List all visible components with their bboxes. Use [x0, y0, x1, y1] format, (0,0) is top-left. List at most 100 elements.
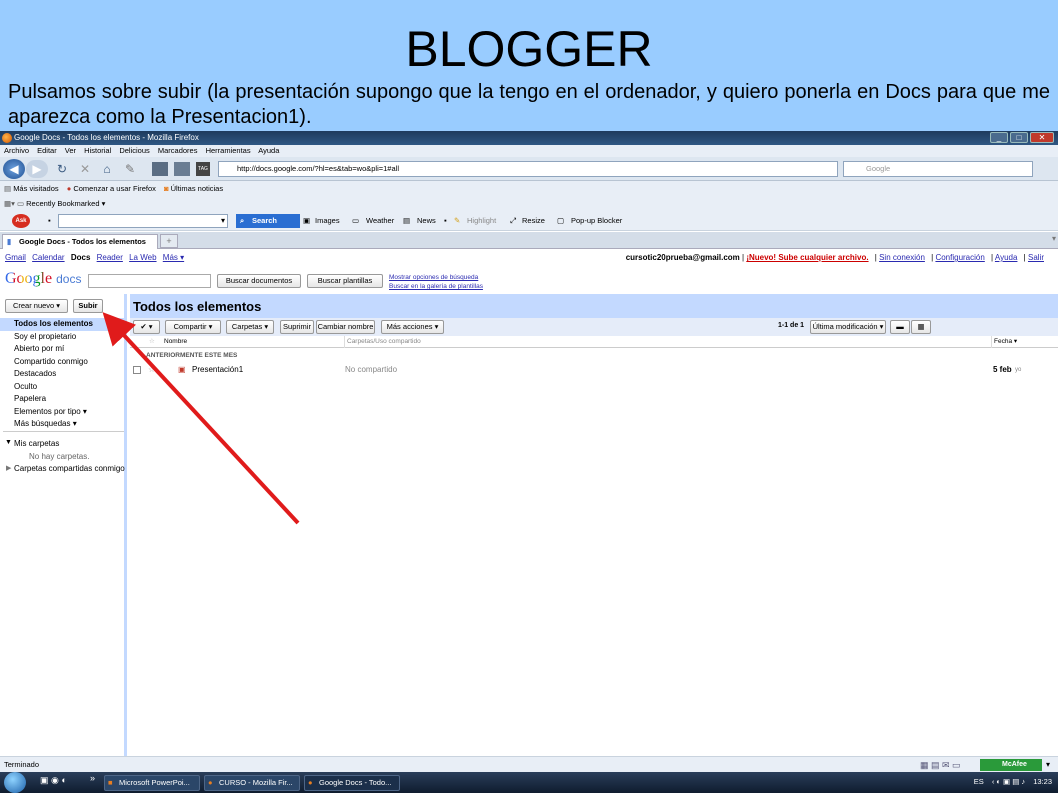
tab-google-docs[interactable]: ▮ Google Docs - Todos los elementos	[2, 234, 158, 249]
forward-button[interactable]: ▶	[26, 160, 48, 178]
google-docs-logo[interactable]: Google docs	[5, 270, 81, 288]
task-firefox-curso[interactable]: ● CURSO - Mozilla Fir...	[204, 775, 300, 791]
home-icon[interactable]: ⌂	[100, 160, 114, 178]
expand-icon[interactable]: ▼	[5, 439, 12, 446]
gbar-more[interactable]: Más ▾	[163, 253, 184, 262]
my-folders[interactable]: Mis carpetas	[14, 439, 59, 448]
col-date[interactable]: Fecha ▾	[991, 336, 1017, 348]
page-icon[interactable]	[174, 162, 190, 176]
menu-ver[interactable]: Ver	[65, 146, 76, 155]
tag-icon[interactable]: TAG	[196, 162, 210, 176]
docs-search-input[interactable]	[88, 274, 211, 288]
star-icon[interactable]: ☆	[148, 363, 155, 377]
share-button[interactable]: Compartir ▾	[165, 320, 221, 334]
table-row[interactable]: ☆ ▣ Presentación1 No compartido 5 feb yo	[130, 363, 1058, 377]
ask-highlight[interactable]: Highlight	[467, 211, 496, 231]
rename-button[interactable]: Cambiar nombre	[316, 320, 375, 334]
new-upload-link[interactable]: ¡Nuevo! Sube cualquier archivo.	[746, 253, 868, 262]
sidebar-item-more-searches[interactable]: Más búsquedas ▾	[14, 419, 77, 428]
gbar-calendar[interactable]: Calendar	[32, 253, 64, 262]
close-button[interactable]: ✕	[1030, 132, 1054, 143]
tab-list-icon[interactable]: ▾	[1052, 234, 1056, 243]
sidebar-item-by-type[interactable]: Elementos por tipo ▾	[14, 407, 87, 416]
clock[interactable]: 13:23	[1033, 777, 1052, 786]
settings-link[interactable]: Configuración	[935, 253, 984, 262]
bookmark-latest-news[interactable]: Últimas noticias	[171, 184, 224, 193]
ask-weather[interactable]: Weather	[366, 211, 394, 231]
sidebar-item-all[interactable]: Todos los elementos	[14, 319, 93, 328]
main-title: Todos los elementos	[130, 294, 1058, 319]
web-search-input[interactable]: Google	[843, 161, 1033, 177]
new-tab-button[interactable]: +	[160, 234, 178, 248]
ask-logo-icon[interactable]: Ask	[12, 214, 30, 228]
sidebar-item-hidden[interactable]: Oculto	[14, 382, 37, 391]
no-folders: No hay carpetas.	[29, 452, 90, 461]
recently-bookmarked[interactable]: Recently Bookmarked	[26, 199, 99, 208]
language-indicator[interactable]: ES	[974, 777, 984, 786]
start-button[interactable]	[4, 772, 26, 793]
menu-ayuda[interactable]: Ayuda	[258, 146, 279, 155]
sidebar-item-opened[interactable]: Abierto por mí	[14, 344, 64, 353]
reload-icon[interactable]: ↻	[55, 160, 69, 178]
collapse-icon[interactable]: ▶	[6, 464, 11, 472]
sidebar-item-shared[interactable]: Compartido conmigo	[14, 357, 88, 366]
menu-herramientas[interactable]: Herramientas	[206, 146, 251, 155]
url-bar[interactable]: http://docs.google.com/?hl=es&tab=wo&pli…	[218, 161, 838, 177]
task-google-docs[interactable]: ● Google Docs - Todo...	[304, 775, 400, 791]
stop-icon[interactable]: ✕	[78, 160, 92, 178]
ask-search-button[interactable]: ⌕ Search	[236, 214, 300, 228]
search-docs-button[interactable]: Buscar documentos	[217, 274, 301, 288]
delete-button[interactable]: Suprimir	[280, 320, 314, 334]
shared-folders[interactable]: Carpetas compartidas conmigo	[14, 464, 125, 473]
back-button[interactable]: ◀	[3, 159, 25, 179]
list-view-icon[interactable]: ▬	[890, 320, 910, 334]
ask-search-input[interactable]: ▾	[58, 214, 228, 228]
sidebar-item-owned[interactable]: Soy el propietario	[14, 332, 76, 341]
select-menu-button[interactable]: ✔ ▾	[133, 320, 160, 334]
row-checkbox[interactable]	[133, 366, 141, 374]
delicious-icon[interactable]: ✎	[123, 160, 137, 178]
ask-resize[interactable]: Resize	[522, 211, 545, 231]
grid-view-icon[interactable]: ▦	[911, 320, 931, 334]
sidebar-item-trash[interactable]: Papelera	[14, 394, 46, 403]
quicklaunch-more-icon[interactable]: »	[90, 773, 95, 783]
offline-link[interactable]: Sin conexión	[879, 253, 925, 262]
menu-marcadores[interactable]: Marcadores	[158, 146, 198, 155]
folders-button[interactable]: Carpetas ▾	[226, 320, 274, 334]
search-options-link[interactable]: Mostrar opciones de búsqueda	[389, 273, 483, 282]
maximize-button[interactable]: □	[1010, 132, 1028, 143]
ask-news[interactable]: News	[417, 211, 436, 231]
sidebar-item-starred[interactable]: Destacados	[14, 369, 56, 378]
magnifier-icon: ⌕	[240, 216, 245, 225]
help-link[interactable]: Ayuda	[995, 253, 1018, 262]
sort-button[interactable]: Última modificación ▾	[810, 320, 886, 334]
bookmarks-icon[interactable]	[152, 162, 168, 176]
col-folders[interactable]: Carpetas/Uso compartido	[344, 336, 421, 348]
menu-editar[interactable]: Editar	[37, 146, 57, 155]
task-powerpoint[interactable]: ■ Microsoft PowerPoi...	[104, 775, 200, 791]
ask-images[interactable]: Images	[315, 211, 340, 231]
more-actions-button[interactable]: Más acciones ▾	[381, 320, 444, 334]
template-gallery-link[interactable]: Buscar en la galería de plantillas	[389, 282, 483, 291]
bookmark-most-visited[interactable]: Más visitados	[13, 184, 58, 193]
tray-icons[interactable]: ‹ ◐ ▣ ▤ ♪	[992, 777, 1025, 786]
user-email: cursotic20prueba@gmail.com	[625, 253, 740, 262]
dropdown-icon[interactable]: ▾	[221, 215, 225, 227]
quicklaunch-icons[interactable]: ▣ ◉ ◐	[40, 775, 67, 786]
gbar-gmail[interactable]: Gmail	[5, 253, 26, 262]
search-templates-button[interactable]: Buscar plantillas	[307, 274, 383, 288]
menu-historial[interactable]: Historial	[84, 146, 111, 155]
signout-link[interactable]: Salir	[1028, 253, 1044, 262]
row-name[interactable]: Presentación1	[192, 363, 243, 377]
mcafee-badge[interactable]: McAfee	[980, 759, 1042, 771]
ask-popup-blocker[interactable]: Pop-up Blocker	[571, 211, 622, 231]
bookmark-start-firefox[interactable]: Comenzar a usar Firefox	[73, 184, 156, 193]
gbar-reader[interactable]: Reader	[97, 253, 123, 262]
delicious-menu-icon[interactable]: ▦▾	[4, 199, 15, 208]
menu-delicious[interactable]: Delicious	[119, 146, 149, 155]
minimize-button[interactable]: _	[990, 132, 1008, 143]
menu-archivo[interactable]: Archivo	[4, 146, 29, 155]
col-name[interactable]: Nombre	[164, 336, 187, 348]
mcafee-dropdown-icon[interactable]: ▾	[1046, 757, 1050, 773]
gbar-web[interactable]: La Web	[129, 253, 156, 262]
